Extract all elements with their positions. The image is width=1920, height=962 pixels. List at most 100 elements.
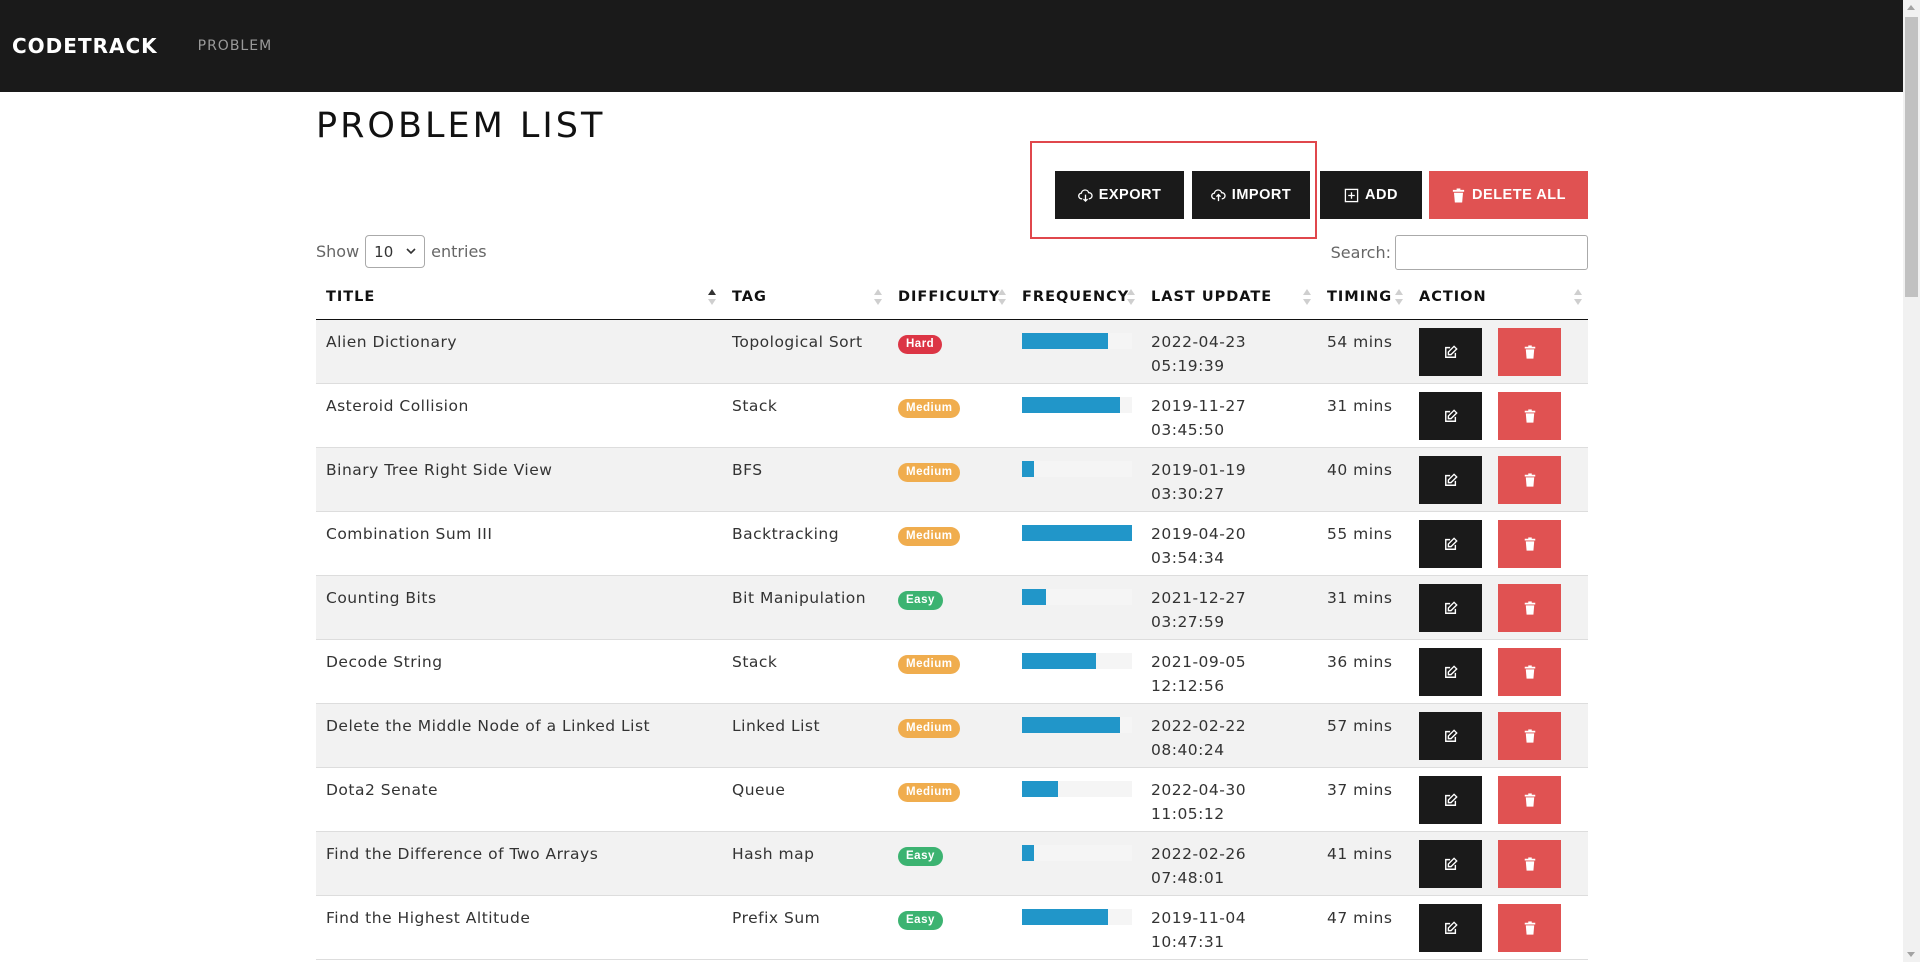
last-update-time: 08:40:24 [1151, 741, 1225, 759]
delete-button[interactable] [1498, 712, 1561, 760]
delete-button[interactable] [1498, 328, 1561, 376]
cell-last-update: 2022-04-30 11:05:12 [1141, 767, 1317, 832]
cell-tag: Backtracking [722, 511, 888, 576]
column-header-title[interactable]: TITLE [316, 274, 722, 320]
cell-difficulty: Easy [888, 575, 1012, 640]
cell-action [1409, 703, 1588, 768]
trash-icon [1524, 537, 1535, 551]
entries-label: entries [431, 242, 487, 261]
table-row[interactable]: Find the Difference of Two Arrays Hash ma… [316, 831, 1588, 896]
edit-button[interactable] [1419, 840, 1482, 888]
problem-table: TITLE TAG DIFFICULTY FREQUENCY LAST UPDA… [316, 274, 1588, 960]
edit-button[interactable] [1419, 328, 1482, 376]
column-header-difficulty[interactable]: DIFFICULTY [888, 274, 1012, 320]
scroll-up-arrow-icon[interactable] [1907, 5, 1915, 10]
table-row[interactable]: Asteroid Collision Stack Medium 2019-11-27 0… [316, 383, 1588, 448]
nav-link-problem[interactable]: PROBLEM [198, 38, 273, 54]
table-row[interactable]: Combination Sum III Backtracking Medium 201… [316, 511, 1588, 576]
edit-button[interactable] [1419, 392, 1482, 440]
last-update-time: 03:27:59 [1151, 613, 1225, 631]
action-group [1419, 648, 1578, 696]
delete-button[interactable] [1498, 648, 1561, 696]
sort-icon [1395, 289, 1403, 305]
cloud-upload-icon [1210, 188, 1226, 201]
cell-frequency [1012, 767, 1141, 832]
column-header-action[interactable]: ACTION [1409, 274, 1588, 320]
action-group [1419, 840, 1578, 888]
search-input[interactable] [1395, 235, 1588, 270]
cell-action [1409, 639, 1588, 704]
add-button[interactable]: ADD [1320, 171, 1422, 219]
frequency-bar [1022, 589, 1132, 605]
cell-action [1409, 319, 1588, 384]
import-button[interactable]: IMPORT [1192, 171, 1310, 219]
column-header-frequency[interactable]: FREQUENCY [1012, 274, 1141, 320]
edit-icon [1444, 473, 1458, 486]
table-row[interactable]: Alien Dictionary Topological Sort Hard 2022… [316, 319, 1588, 384]
edit-button[interactable] [1419, 456, 1482, 504]
entries-select[interactable]: 10 [365, 235, 426, 268]
sort-icon [874, 289, 882, 305]
show-label: Show [316, 242, 360, 261]
frequency-bar [1022, 461, 1132, 477]
delete-button[interactable] [1498, 776, 1561, 824]
cell-difficulty: Medium [888, 703, 1012, 768]
frequency-bar [1022, 525, 1132, 541]
page-scrollbar[interactable] [1903, 0, 1920, 962]
edit-button[interactable] [1419, 648, 1482, 696]
brand-logo[interactable]: CODETRACK [12, 34, 158, 58]
cell-action [1409, 511, 1588, 576]
cell-action [1409, 895, 1588, 960]
edit-button[interactable] [1419, 776, 1482, 824]
cell-tag: Bit Manipulation [722, 575, 888, 640]
export-button[interactable]: EXPORT [1055, 171, 1184, 219]
table-row[interactable]: Counting Bits Bit Manipulation Easy 2021-12… [316, 575, 1588, 640]
table-row[interactable]: Dota2 Senate Queue Medium 2022-04-30 11:05:1… [316, 767, 1588, 832]
delete-all-button[interactable]: DELETE ALL [1429, 171, 1588, 219]
cell-frequency [1012, 319, 1141, 384]
column-header-timing[interactable]: TIMING [1317, 274, 1409, 320]
edit-button[interactable] [1419, 584, 1482, 632]
frequency-bar [1022, 845, 1132, 861]
column-header-last-update[interactable]: LAST UPDATE [1141, 274, 1317, 320]
cell-frequency [1012, 383, 1141, 448]
table-row[interactable]: Delete the Middle Node of a Linked List L… [316, 703, 1588, 768]
difficulty-badge: Medium [898, 527, 961, 546]
last-update-time: 03:54:34 [1151, 549, 1225, 567]
difficulty-badge: Hard [898, 335, 943, 354]
delete-button[interactable] [1498, 840, 1561, 888]
cell-difficulty: Medium [888, 447, 1012, 512]
table-row[interactable]: Binary Tree Right Side View BFS Medium 2019… [316, 447, 1588, 512]
edit-button[interactable] [1419, 520, 1482, 568]
action-group [1419, 712, 1578, 760]
edit-icon [1444, 665, 1458, 678]
column-header-tag[interactable]: TAG [722, 274, 888, 320]
delete-button[interactable] [1498, 392, 1561, 440]
edit-icon [1444, 345, 1458, 358]
frequency-bar-fill [1022, 717, 1120, 733]
edit-button[interactable] [1419, 712, 1482, 760]
scroll-down-arrow-icon[interactable] [1907, 952, 1915, 957]
frequency-bar-fill [1022, 333, 1108, 349]
action-group [1419, 328, 1578, 376]
delete-button[interactable] [1498, 456, 1561, 504]
action-group [1419, 520, 1578, 568]
delete-button[interactable] [1498, 904, 1561, 952]
edit-button[interactable] [1419, 904, 1482, 952]
last-update-time: 07:48:01 [1151, 869, 1225, 887]
delete-button[interactable] [1498, 520, 1561, 568]
cell-timing: 57 mins [1317, 703, 1409, 768]
scroll-thumb[interactable] [1905, 17, 1918, 297]
cell-last-update: 2019-11-27 03:45:50 [1141, 383, 1317, 448]
edit-icon [1444, 537, 1458, 550]
last-update-time: 03:30:27 [1151, 485, 1225, 503]
cell-tag: Linked List [722, 703, 888, 768]
trash-icon [1524, 601, 1535, 615]
cell-tag: Queue [722, 767, 888, 832]
frequency-bar-fill [1022, 461, 1035, 477]
delete-button[interactable] [1498, 584, 1561, 632]
table-row[interactable]: Decode String Stack Medium 2021-09-05 12:12:… [316, 639, 1588, 704]
trash-icon [1452, 187, 1465, 203]
table-row[interactable]: Find the Highest Altitude Prefix Sum Easy 2… [316, 895, 1588, 960]
cell-timing: 47 mins [1317, 895, 1409, 960]
